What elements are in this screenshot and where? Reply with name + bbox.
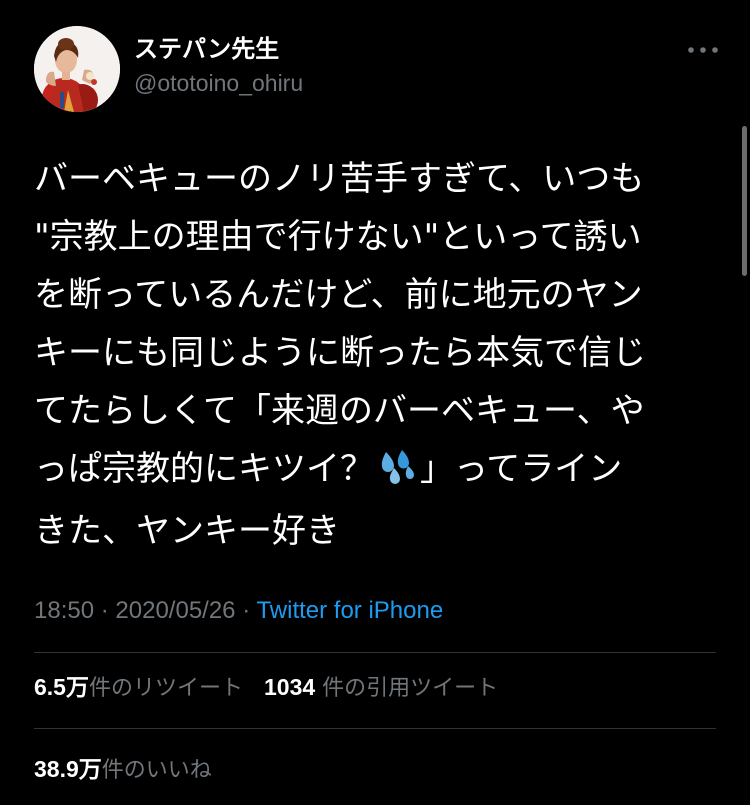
tweet-text-line: っぱ宗教的にキツイ？ 」ってライン — [34, 440, 726, 502]
sweat-droplets-emoji — [378, 444, 416, 502]
tweet-text-line: キーにも同じように断ったら本気で信じ — [34, 333, 646, 373]
tweet-time[interactable]: 18:50 — [34, 597, 94, 624]
user-handle[interactable]: @ototoino_ohiru — [134, 68, 303, 98]
retweets-count: 6.5 — [34, 674, 66, 700]
engagement-stats-row: 6.5万件のリツイート 1034 件の引用ツイート — [34, 672, 512, 704]
tweet-text-line: てたらしくて「来週のバーベキュー、や — [34, 391, 645, 431]
retweets-unit: 万 — [65, 674, 89, 700]
quotes-count: 1034 — [264, 674, 316, 700]
divider — [34, 728, 716, 729]
quotes-stat[interactable]: 1034 件の引用ツイート — [264, 674, 499, 701]
profile-photo — [34, 26, 120, 112]
avatar[interactable] — [34, 26, 120, 112]
divider — [34, 652, 716, 653]
tweet-source-link[interactable]: Twitter for iPhone — [256, 597, 443, 624]
tweet-text-segment: っぱ宗教的にキツイ？ — [34, 449, 374, 489]
likes-count: 38.9 — [34, 756, 79, 782]
likes-stat[interactable]: 38.9万件のいいね — [34, 756, 212, 783]
user-name-block[interactable]: ステパン先生 @ototoino_ohiru — [134, 34, 303, 98]
meta-separator: · — [242, 597, 251, 624]
meta-separator: · — [100, 597, 109, 624]
tweet-text-line: バーベキューのノリ苦手すぎて、いつも — [34, 159, 645, 199]
likes-label: 件のいいね — [101, 758, 212, 783]
likes-stats-row: 38.9万件のいいね — [34, 754, 226, 786]
tweet-text-line: を断っているんだけど、前に地元のヤン — [34, 275, 643, 315]
scrollbar[interactable] — [742, 126, 747, 276]
tweet-header: ステパン先生 @ototoino_ohiru — [34, 26, 724, 116]
quotes-label: 件の引用ツイート — [322, 676, 499, 701]
likes-unit: 万 — [78, 756, 102, 782]
tweet-text-line: きた、ヤンキー好き — [34, 511, 340, 551]
display-name[interactable]: ステパン先生 — [134, 34, 303, 64]
tweet-text-segment: 」ってライン — [420, 449, 623, 489]
tweet-detail: ステパン先生 @ototoino_ohiru バーベキューのノリ苦手すぎて、いつ… — [0, 0, 750, 805]
tweet-meta: 18:50 · 2020/05/26 · Twitter for iPhone — [34, 596, 443, 626]
tweet-text-line: "宗教上の理由で行けない"といって誘い — [34, 217, 642, 257]
more-horizontal-icon[interactable] — [686, 40, 720, 60]
tweet-text: バーベキューのノリ苦手すぎて、いつも "宗教上の理由で行けない"といって誘い を… — [34, 150, 726, 560]
tweet-date[interactable]: 2020/05/26 — [115, 597, 235, 624]
retweets-label: 件のリツイート — [88, 676, 243, 701]
retweets-stat[interactable]: 6.5万件のリツイート — [34, 674, 243, 701]
